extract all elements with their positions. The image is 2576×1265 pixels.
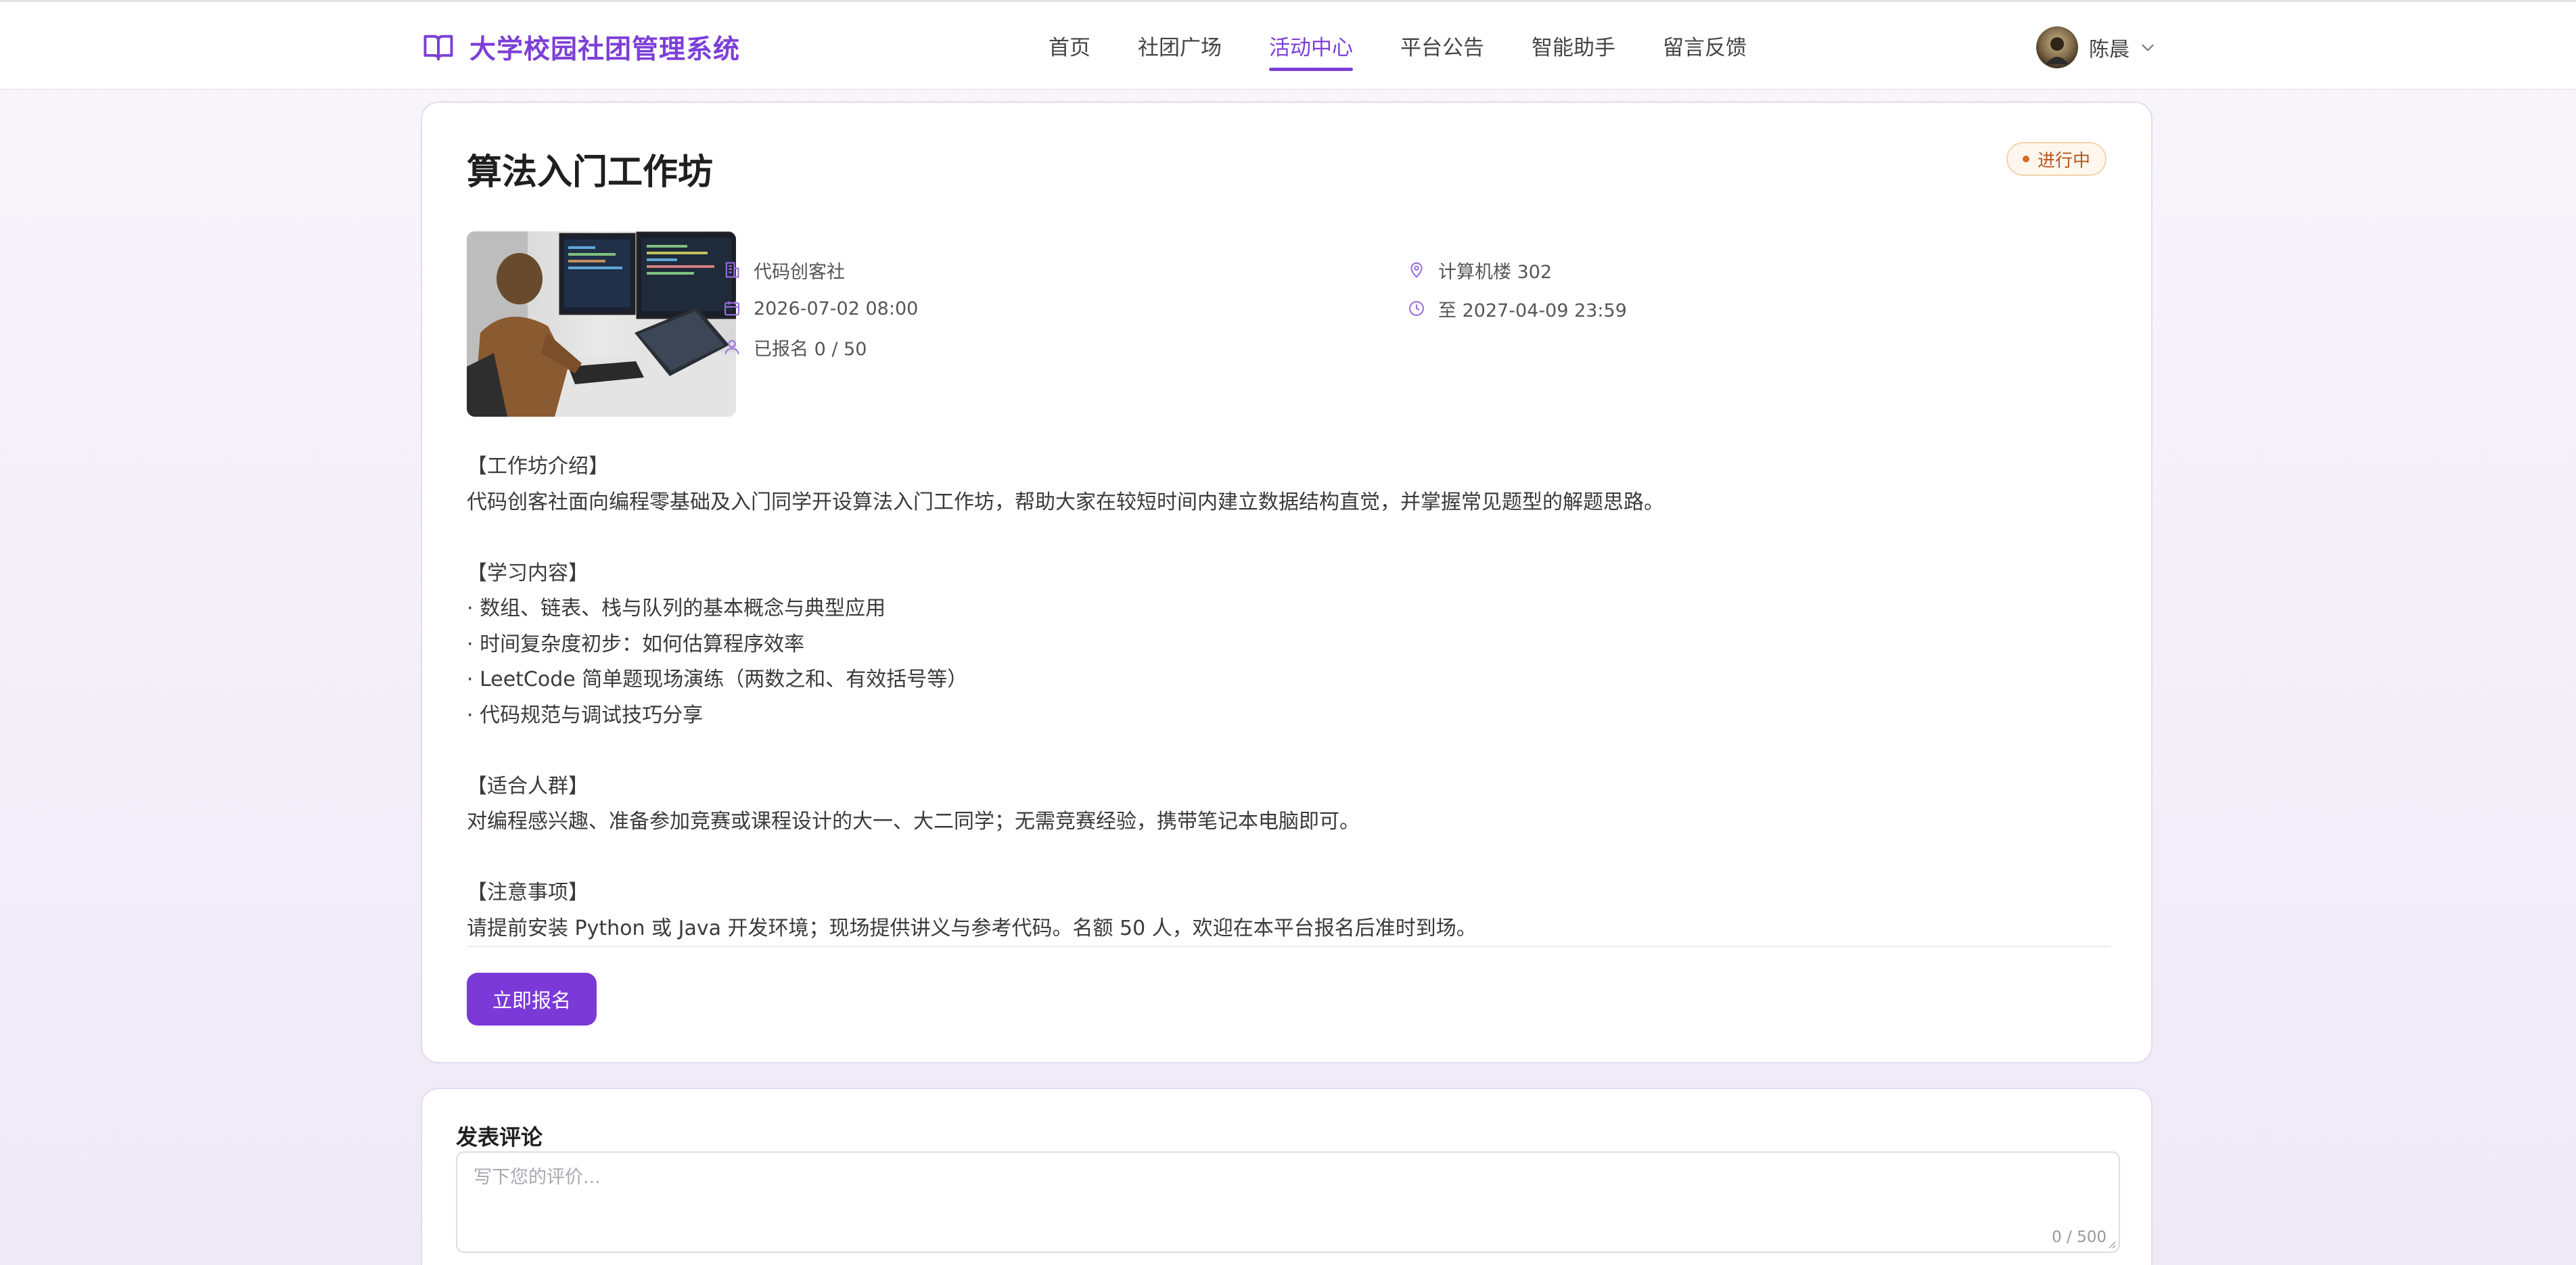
club-name: 代码创客社 xyxy=(754,261,845,283)
clock-icon xyxy=(1409,301,1424,316)
comment-placeholder: 写下您的评价... xyxy=(474,1167,601,1188)
status-dot xyxy=(2022,156,2029,162)
activity-cover-image xyxy=(467,231,736,417)
user-menu[interactable]: 陈晨 xyxy=(2036,26,2157,68)
nav-home[interactable]: 首页 xyxy=(1049,29,1090,67)
comment-card: 发表评论 写下您的评价... 0 / 500 xyxy=(421,1088,2153,1265)
nav-assistant[interactable]: 智能助手 xyxy=(1532,29,1615,67)
app-title: 大学校园社团管理系统 xyxy=(469,34,741,65)
activity-description: 【工作坊介绍】 代码创客社面向编程零基础及入门同学开设算法入门工作坊，帮助大家在… xyxy=(467,455,1664,940)
registered-count: 已报名 0 / 50 xyxy=(754,338,867,360)
comment-section-title: 发表评论 xyxy=(456,1124,543,1150)
calendar-icon xyxy=(724,301,739,316)
start-time: 2026-07-02 08:00 xyxy=(754,298,919,319)
meta-registered: 已报名 0 / 50 xyxy=(722,334,867,361)
nav-feedback[interactable]: 留言反馈 xyxy=(1663,29,1747,67)
status-badge: 进行中 xyxy=(2006,142,2107,176)
avatar[interactable] xyxy=(2036,26,2078,68)
comment-textarea[interactable]: 写下您的评价... 0 / 500 xyxy=(456,1151,2120,1253)
nav-activity-center[interactable]: 活动中心 xyxy=(1269,29,1353,71)
building-icon xyxy=(725,262,739,278)
user-name: 陈晨 xyxy=(2089,38,2130,62)
activity-detail-card: 算法入门工作坊 进行中 代码创客社 2026-07-02 08:00 已报名 0… xyxy=(421,101,2153,1063)
deadline: 至 2027-04-09 23:59 xyxy=(1438,300,1627,321)
user-icon xyxy=(724,340,739,354)
top-navbar: 大学校园社团管理系统 首页 社团广场 活动中心 平台公告 智能助手 留言反馈 陈… xyxy=(0,0,2576,90)
meta-deadline: 至 2027-04-09 23:59 xyxy=(1407,295,1627,322)
nav-club-square[interactable]: 社团广场 xyxy=(1138,29,1222,67)
signup-button[interactable]: 立即报名 xyxy=(467,973,597,1026)
divider xyxy=(467,946,2111,947)
brand[interactable]: 大学校园社团管理系统 xyxy=(421,28,740,67)
meta-start-time: 2026-07-02 08:00 xyxy=(722,295,918,322)
location: 计算机楼 302 xyxy=(1438,261,1552,283)
comment-char-counter: 0 / 500 xyxy=(2052,1228,2107,1246)
book-icon xyxy=(423,34,453,61)
main-nav: 首页 社团广场 活动中心 平台公告 智能助手 留言反馈 xyxy=(1049,29,1794,71)
activity-title: 算法入门工作坊 xyxy=(467,152,714,193)
meta-club: 代码创客社 xyxy=(722,256,845,283)
chevron-down-icon xyxy=(2142,44,2154,51)
status-text: 进行中 xyxy=(2037,150,2090,171)
nav-announcements[interactable]: 平台公告 xyxy=(1400,29,1484,67)
location-pin-icon xyxy=(1410,262,1423,278)
resize-grip-icon[interactable] xyxy=(2107,1239,2116,1249)
meta-location: 计算机楼 302 xyxy=(1407,256,1552,283)
